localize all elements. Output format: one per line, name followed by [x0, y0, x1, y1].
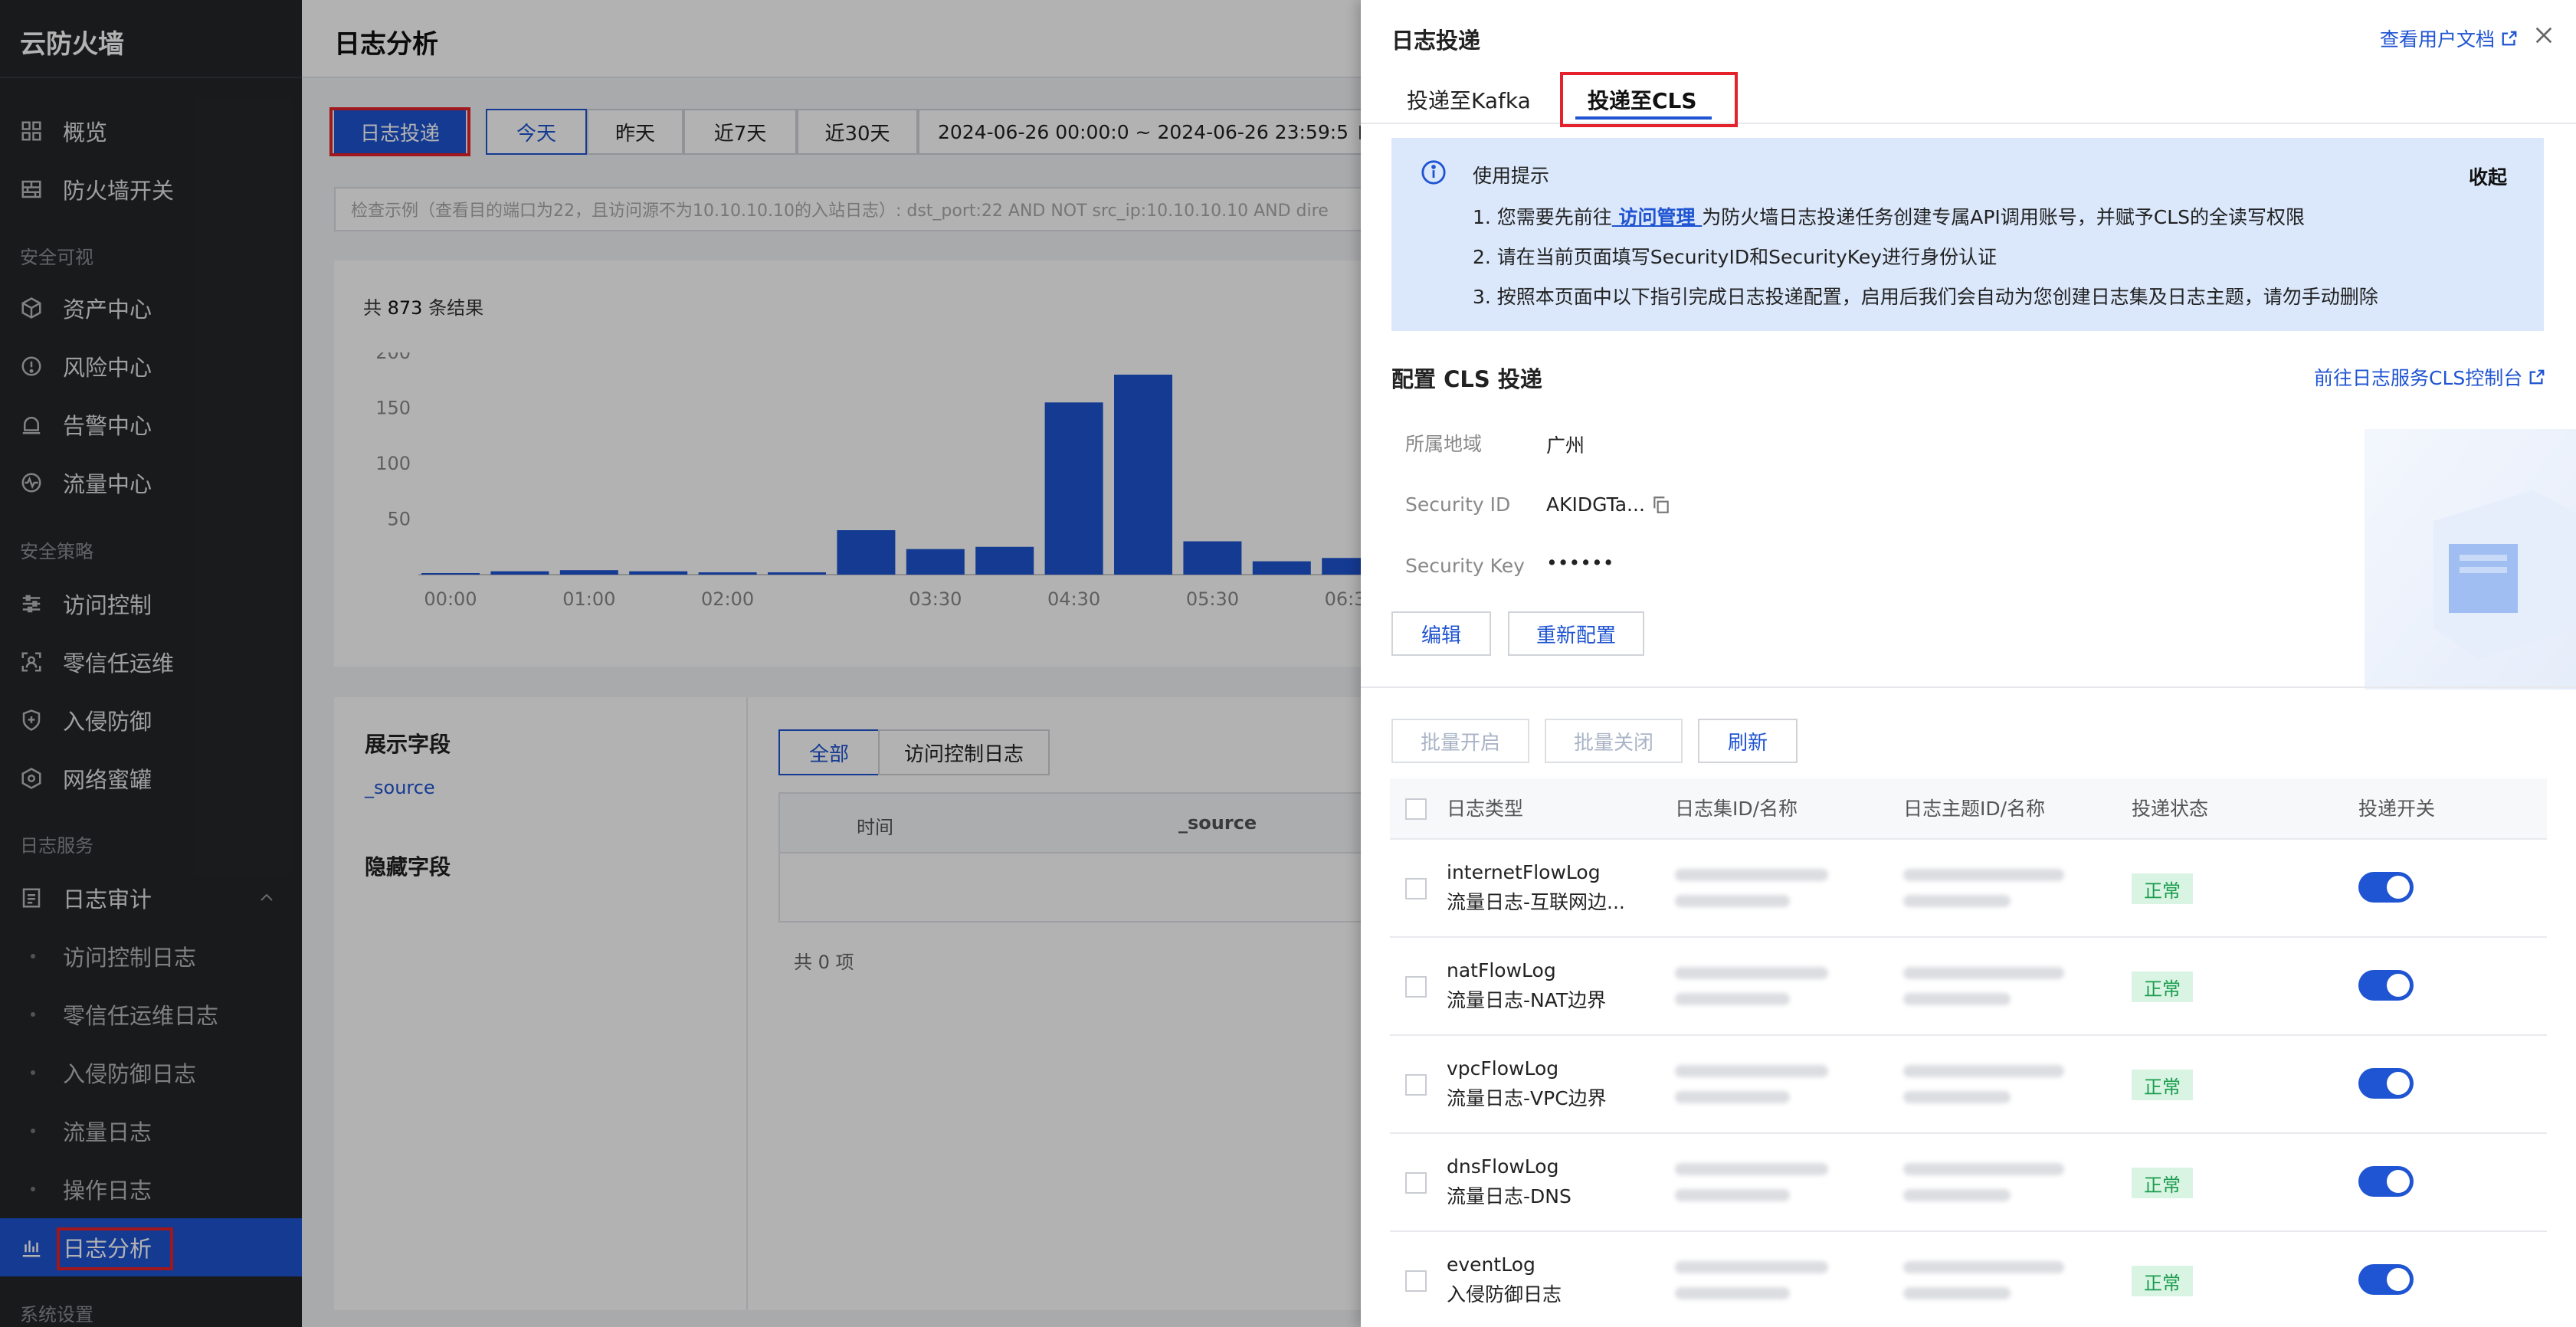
refresh-button[interactable]: 刷新 [1698, 719, 1798, 763]
batch-enable-button[interactable]: 批量开启 [1391, 719, 1529, 763]
table-row: internetFlowLog 流量日志-互联网边... 正常 [1390, 840, 2547, 938]
section-divider [1361, 686, 2576, 688]
modal-overlay[interactable] [0, 0, 1361, 1327]
delivery-toggle[interactable] [2358, 970, 2414, 1001]
col-switch: 投递开关 [2358, 798, 2436, 820]
log-type-desc: 流量日志-互联网边... [1447, 891, 1625, 913]
delivery-toggle[interactable] [2358, 1264, 2414, 1295]
edit-button[interactable]: 编辑 [1391, 611, 1491, 656]
blurred-logset-id [1675, 869, 1828, 881]
tip-line-2: 2. 请在当前页面填写SecurityID和SecurityKey进行身份认证 [1473, 246, 1998, 268]
blurred-topic-name [1903, 895, 2011, 907]
blurred-logset-id [1675, 1065, 1828, 1077]
blurred-topic-id [1903, 1065, 2064, 1077]
blurred-topic-name [1903, 1091, 2011, 1103]
collapse-link[interactable]: 收起 [2469, 162, 2507, 190]
table-row: eventLog 入侵防御日志 正常 [1390, 1232, 2547, 1327]
log-type-name: internetFlowLog [1447, 861, 1601, 883]
external-link-icon [2502, 31, 2517, 46]
access-management-link[interactable]: 访问管理 [1612, 206, 1702, 228]
table-row: vpcFlowLog 流量日志-VPC边界 正常 [1390, 1036, 2547, 1134]
tab-kafka[interactable]: 投递至Kafka [1407, 84, 1531, 115]
illustration-graphic [2365, 429, 2576, 690]
user-doc-link-text: 查看用户文档 [2380, 28, 2496, 51]
col-log-type: 日志类型 [1447, 798, 1524, 820]
info-icon [1421, 160, 1446, 185]
blurred-topic-id [1903, 1163, 2064, 1175]
blurred-topic-name [1903, 1189, 2011, 1201]
blurred-logset-id [1675, 967, 1828, 979]
col-status: 投递状态 [2132, 798, 2209, 820]
col-topic: 日志主题ID/名称 [1903, 798, 2046, 820]
status-badge: 正常 [2132, 1168, 2193, 1198]
external-link-icon [2529, 369, 2545, 385]
config-title: 配置 CLS 投递 [1391, 366, 1542, 392]
status-badge: 正常 [2132, 971, 2193, 1002]
cls-console-link-text: 前往日志服务CLS控制台 [2314, 367, 2523, 389]
reconfigure-button[interactable]: 重新配置 [1508, 611, 1644, 656]
blurred-topic-id [1903, 869, 2064, 881]
log-type-desc: 流量日志-DNS [1447, 1185, 1571, 1207]
log-type-name: natFlowLog [1447, 959, 1556, 981]
security-key-value: •••••• [1546, 552, 1614, 574]
delivery-toggle[interactable] [2358, 1068, 2414, 1099]
region-value: 广州 [1546, 434, 1585, 457]
blurred-logset-id [1675, 1261, 1828, 1273]
security-key-label: Security Key [1405, 555, 1525, 577]
delivery-drawer: 日志投递 查看用户文档 投递至Kafka 投递至CLS 使用提示 收起 1. 您… [1361, 0, 2576, 1327]
copy-icon[interactable] [1651, 495, 1671, 515]
select-all-checkbox[interactable] [1405, 798, 1427, 820]
close-icon[interactable] [2532, 23, 2556, 48]
table-row: natFlowLog 流量日志-NAT边界 正常 [1390, 938, 2547, 1036]
tabs-divider [1361, 123, 2576, 124]
row-checkbox[interactable] [1405, 1074, 1427, 1096]
row-checkbox[interactable] [1405, 878, 1427, 899]
usage-tip-panel: 使用提示 收起 1. 您需要先前往 访问管理 为防火墙日志投递任务创建专属API… [1391, 138, 2544, 331]
cls-console-link[interactable]: 前往日志服务CLS控制台 [2314, 363, 2545, 391]
tip-line-1-suffix: 为防火墙日志投递任务创建专属API调用账号，并赋予CLS的全读写权限 [1702, 206, 2306, 228]
delivery-toggle[interactable] [2358, 1166, 2414, 1197]
blurred-logset-name [1675, 1091, 1790, 1103]
blurred-topic-id [1903, 967, 2064, 979]
security-id-field: AKIDGTa... [1546, 493, 1671, 516]
status-badge: 正常 [2132, 1266, 2193, 1296]
tip-line-1: 1. 您需要先前往 访问管理 为防火墙日志投递任务创建专属API调用账号，并赋予… [1473, 202, 2305, 230]
col-logset: 日志集ID/名称 [1675, 798, 1798, 820]
status-badge: 正常 [2132, 1070, 2193, 1100]
blurred-topic-name [1903, 993, 2011, 1005]
blurred-logset-name [1675, 1287, 1790, 1299]
log-type-name: dnsFlowLog [1447, 1155, 1559, 1178]
blurred-logset-name [1675, 993, 1790, 1005]
tip-title: 使用提示 [1473, 165, 1550, 187]
drawer-title: 日志投递 [1391, 28, 1481, 54]
log-type-name: vpcFlowLog [1447, 1057, 1559, 1080]
table-row: dnsFlowLog 流量日志-DNS 正常 [1390, 1134, 2547, 1232]
row-checkbox[interactable] [1405, 976, 1427, 998]
user-doc-link[interactable]: 查看用户文档 [2380, 25, 2518, 52]
security-id-label: Security ID [1405, 493, 1511, 516]
tip-line-3: 3. 按照本页面中以下指引完成日志投递配置，启用后我们会自动为您创建日志集及日志… [1473, 286, 2378, 308]
row-checkbox[interactable] [1405, 1172, 1427, 1194]
row-checkbox[interactable] [1405, 1270, 1427, 1292]
log-type-desc: 流量日志-VPC边界 [1447, 1087, 1607, 1109]
highlight-box [1560, 72, 1738, 127]
blurred-logset-name [1675, 1189, 1790, 1201]
tip-line-1-prefix: 1. 您需要先前往 [1473, 206, 1612, 228]
log-type-desc: 入侵防御日志 [1447, 1283, 1562, 1306]
status-badge: 正常 [2132, 873, 2193, 904]
blurred-topic-name [1903, 1287, 2011, 1299]
batch-disable-button[interactable]: 批量关闭 [1545, 719, 1683, 763]
delivery-toggle[interactable] [2358, 872, 2414, 903]
log-type-desc: 流量日志-NAT边界 [1447, 989, 1607, 1011]
blurred-logset-name [1675, 895, 1790, 907]
blurred-topic-id [1903, 1261, 2064, 1273]
security-id-value: AKIDGTa... [1546, 493, 1645, 516]
region-label: 所属地域 [1405, 433, 1483, 455]
blurred-logset-id [1675, 1163, 1828, 1175]
log-type-name: eventLog [1447, 1253, 1535, 1276]
